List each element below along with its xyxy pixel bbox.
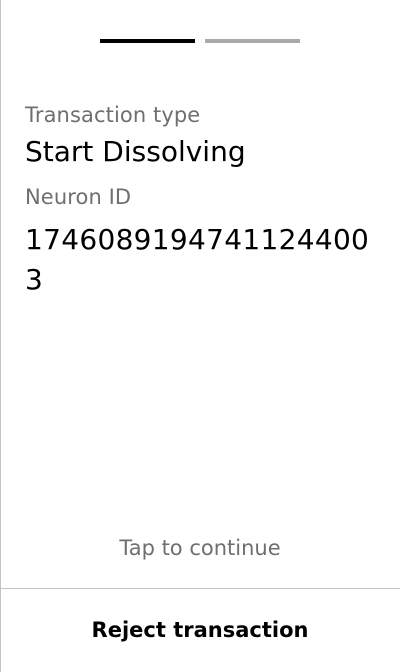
transaction-type-value: Start Dissolving bbox=[25, 135, 246, 168]
transaction-type-label: Transaction type bbox=[25, 103, 201, 127]
progress-step-1 bbox=[100, 39, 195, 43]
left-border bbox=[0, 0, 1, 672]
tap-to-continue-prompt[interactable]: Tap to continue bbox=[0, 533, 400, 563]
neuron-id-label: Neuron ID bbox=[25, 185, 132, 209]
reject-transaction-button[interactable]: Reject transaction bbox=[0, 589, 400, 672]
transaction-details: Transaction type Start Dissolving Neuron… bbox=[25, 100, 375, 300]
neuron-id-value: 17460891947411244003 bbox=[25, 223, 370, 296]
progress-step-2 bbox=[205, 39, 300, 43]
step-progress-indicator bbox=[100, 39, 300, 43]
